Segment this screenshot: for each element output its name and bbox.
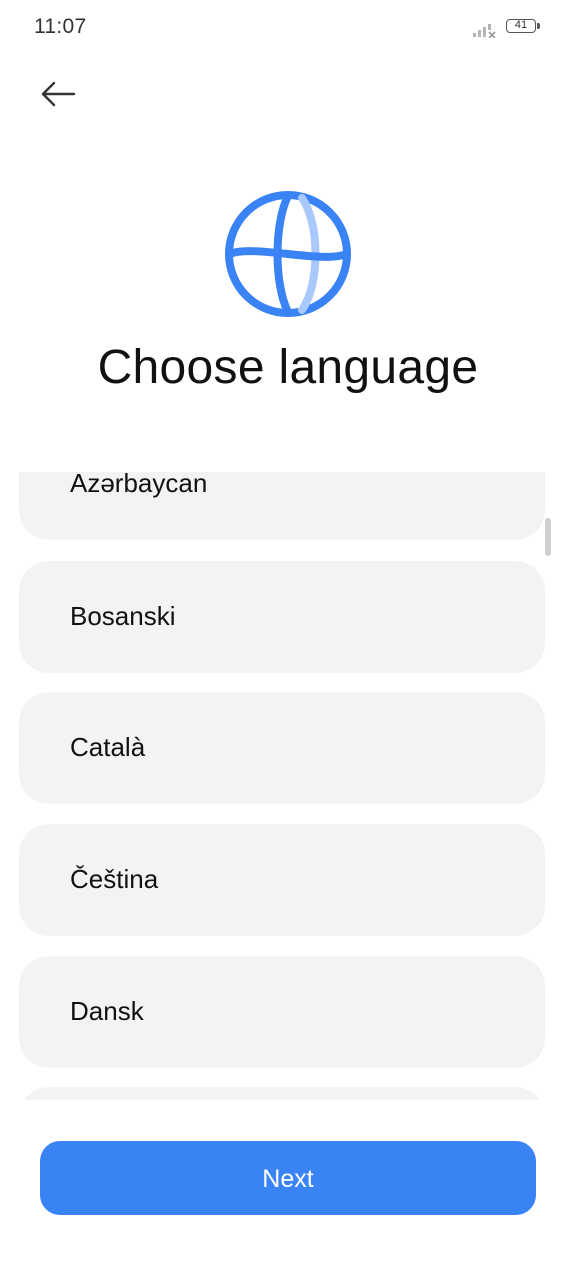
arrow-left-icon (41, 81, 76, 107)
battery-level: 41 (514, 19, 528, 31)
signal-off-icon (472, 20, 498, 39)
language-label: Dansk (70, 996, 144, 1026)
language-item-next-partial[interactable] (19, 1087, 545, 1100)
language-label: Čeština (70, 864, 159, 894)
back-button[interactable] (30, 70, 86, 118)
language-label: Azərbaycan (70, 472, 208, 498)
next-button[interactable]: Next (40, 1141, 536, 1215)
language-item-bosanski[interactable]: Bosanski (19, 561, 545, 673)
language-item-azerbaycan[interactable]: Azərbaycan (19, 472, 545, 540)
choose-language-screen: 11:07 41 Choose language Azərbaycan Bosa… (0, 0, 576, 1280)
status-time: 11:07 (34, 15, 87, 38)
language-item-dansk[interactable]: Dansk (19, 956, 545, 1068)
language-label: Català (70, 732, 146, 762)
globe-icon (222, 188, 354, 320)
language-list[interactable]: Azərbaycan Bosanski Català Čeština Dansk (0, 472, 576, 1100)
language-label: Bosanski (70, 601, 176, 631)
list-scrollbar[interactable] (545, 518, 551, 556)
language-item-cestina[interactable]: Čeština (19, 824, 545, 936)
page-title: Choose language (97, 341, 479, 394)
battery-icon: 41 (506, 19, 542, 37)
status-bar: 11:07 41 (0, 0, 576, 56)
language-item-catala[interactable]: Català (19, 692, 545, 804)
